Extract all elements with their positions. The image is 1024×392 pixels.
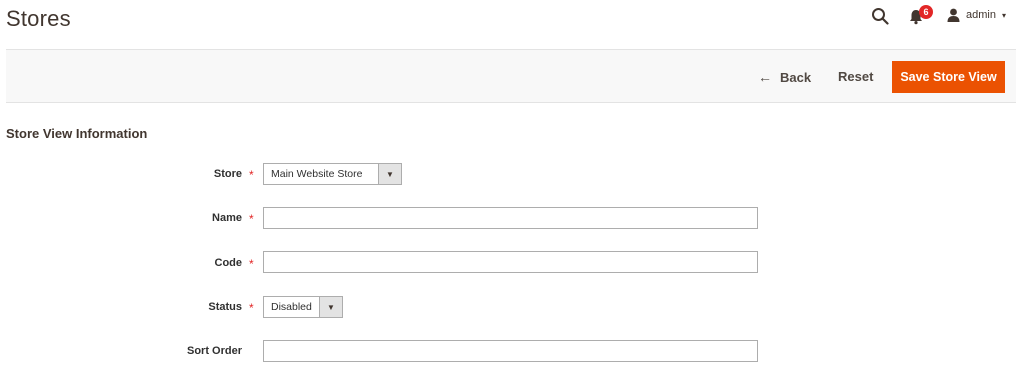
required-mark: * (249, 257, 254, 271)
sort-order-label: Sort Order (186, 345, 242, 357)
search-icon[interactable] (871, 7, 889, 25)
store-select-value: Main Website Store (271, 168, 363, 180)
dropdown-arrow-icon: ▼ (319, 297, 342, 317)
user-icon (947, 8, 960, 22)
page: Stores 6 admin ▾ ← Back Reset Save Store… (0, 0, 1024, 392)
chevron-down-icon: ▾ (1001, 10, 1006, 20)
notification-count-badge: 6 (919, 5, 933, 19)
user-name: admin (966, 9, 996, 21)
code-input[interactable] (263, 251, 758, 273)
back-button[interactable]: ← Back (758, 69, 811, 85)
notifications-button[interactable]: 6 (909, 5, 933, 26)
required-mark: * (249, 301, 254, 315)
arrow-left-icon: ← (758, 69, 772, 85)
save-store-view-button[interactable]: Save Store View (892, 61, 1005, 93)
page-title: Stores (6, 6, 71, 31)
status-label: Status (208, 301, 242, 313)
back-button-label: Back (780, 69, 812, 85)
page-actions-bar: ← Back Reset Save Store View (6, 49, 1016, 103)
store-select[interactable]: Main Website Store ▼ (263, 163, 402, 185)
status-select-value: Disabled (271, 301, 312, 313)
required-mark: * (249, 168, 254, 182)
store-label: Store (213, 168, 242, 180)
code-label: Code (214, 257, 243, 269)
status-select[interactable]: Disabled ▼ (263, 296, 343, 318)
reset-button[interactable]: Reset (838, 69, 873, 84)
name-input[interactable] (263, 207, 758, 229)
user-menu[interactable]: admin ▾ (947, 6, 1006, 24)
section-title: Store View Information (6, 126, 148, 141)
required-mark: * (249, 212, 254, 226)
sort-order-input[interactable] (263, 340, 758, 362)
name-label: Name (212, 212, 242, 224)
dropdown-arrow-icon: ▼ (378, 164, 401, 184)
